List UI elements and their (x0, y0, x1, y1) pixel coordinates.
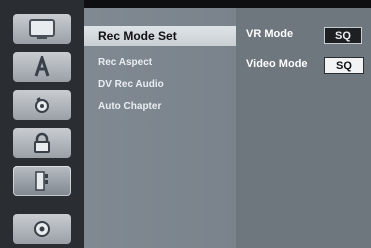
submenu-item-label: Auto Chapter (98, 100, 162, 112)
language-a-icon (34, 56, 50, 77)
dvd-recorder-setup-menu: Rec Mode Set Rec Aspect DV Rec Audio Aut… (0, 0, 371, 248)
rail-item-general[interactable] (0, 10, 84, 48)
rail-item-language[interactable] (0, 48, 84, 86)
tv-icon (29, 19, 55, 39)
vr-mode-label: VR Mode (246, 28, 294, 40)
rail-item-audio[interactable] (0, 86, 84, 124)
recording-submenu: Rec Mode Set Rec Aspect DV Rec Audio Aut… (84, 8, 236, 248)
rail-item-recording[interactable] (0, 162, 84, 200)
submenu-item-label: Rec Aspect (98, 56, 153, 68)
record-icon (35, 171, 48, 191)
video-mode-label: Video Mode (246, 58, 308, 70)
submenu-item-rec-mode-set[interactable]: Rec Mode Set (84, 26, 236, 46)
rail-item-disc[interactable] (0, 210, 84, 248)
category-icon-rail (0, 0, 84, 248)
submenu-item-dv-rec-audio[interactable]: DV Rec Audio (84, 74, 236, 94)
settings-panel: VR Mode SQ Video Mode SQ (236, 8, 371, 248)
video-mode-value[interactable]: SQ (324, 57, 364, 74)
lock-icon (34, 132, 50, 153)
rail-item-lock[interactable] (0, 124, 84, 162)
vr-mode-value[interactable]: SQ (324, 27, 362, 44)
submenu-item-rec-aspect[interactable]: Rec Aspect (84, 52, 236, 72)
disc-icon (34, 221, 50, 237)
submenu-item-label: DV Rec Audio (98, 78, 164, 90)
submenu-item-label: Rec Mode Set (98, 29, 177, 43)
submenu-item-auto-chapter[interactable]: Auto Chapter (84, 96, 236, 116)
audio-disc-icon (35, 97, 49, 113)
